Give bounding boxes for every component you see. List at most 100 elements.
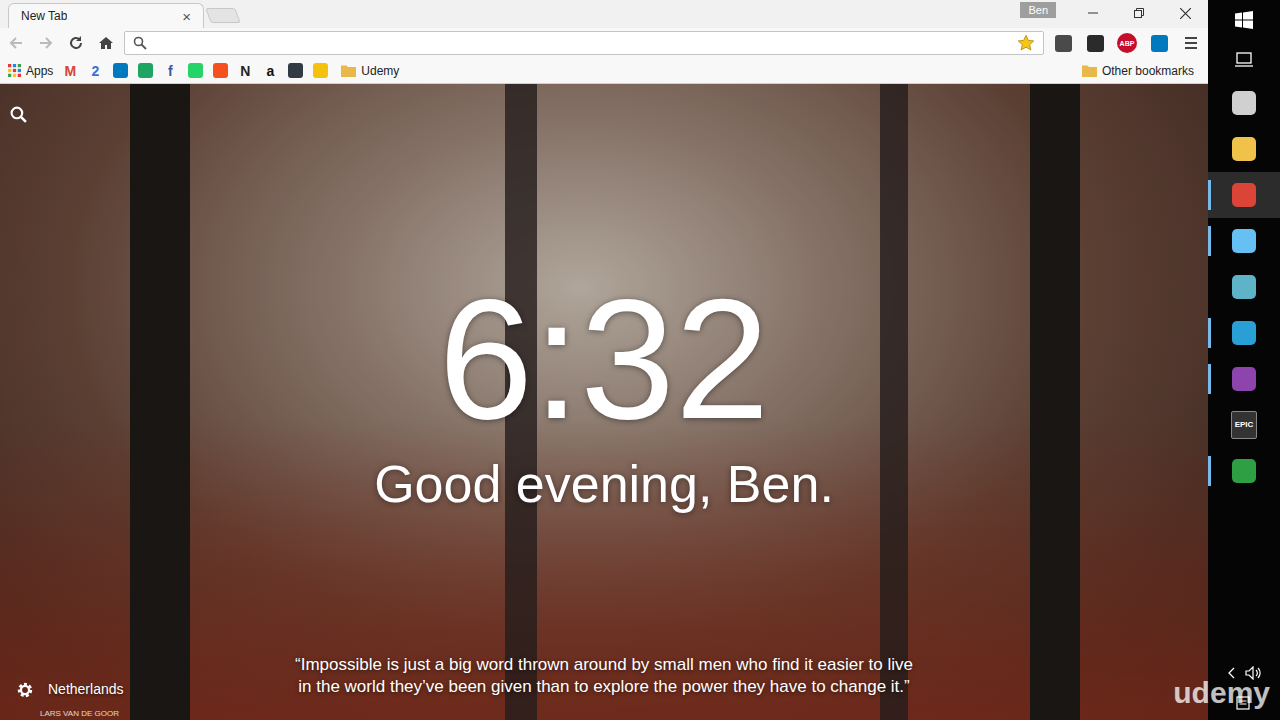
watermark-text: udemy: [1173, 676, 1270, 709]
extension-button[interactable]: ABP: [1114, 33, 1140, 53]
app-icon: [1232, 459, 1256, 483]
forward-icon[interactable]: [34, 34, 58, 52]
start-icon[interactable]: [1208, 0, 1280, 40]
bookmark-letter: M: [65, 64, 77, 78]
bookmark-folder[interactable]: Udemy: [341, 62, 399, 80]
location[interactable]: Netherlands: [48, 679, 124, 700]
restore-icon[interactable]: [1116, 0, 1162, 26]
menu-icon[interactable]: [1178, 35, 1204, 51]
bookmark[interactable]: [312, 63, 328, 79]
taskbar-app[interactable]: [1208, 80, 1280, 126]
other-bookmarks[interactable]: Other bookmarks: [1082, 62, 1200, 80]
omnibox[interactable]: [124, 31, 1044, 55]
taskbar-app[interactable]: [1208, 448, 1280, 494]
new-tab-page: 6:32Good evening, Ben.“Impossible is jus…: [0, 84, 1208, 720]
bookmark-favicon-icon: [188, 63, 203, 78]
app-icon: [1232, 321, 1256, 345]
tab-close-button[interactable]: ×: [182, 9, 191, 24]
bookmark-favicon-icon: [113, 63, 128, 78]
taskbar-app[interactable]: [1208, 172, 1280, 218]
running-indicator: [1208, 456, 1211, 486]
address-input[interactable]: [155, 33, 1009, 53]
bookmark[interactable]: N: [237, 63, 253, 79]
bookmark-letter: f: [168, 64, 173, 78]
toolbar: ABP: [0, 28, 1208, 58]
gear-icon[interactable]: [16, 681, 34, 699]
close-icon[interactable]: [1162, 0, 1208, 26]
taskbar-app[interactable]: [1208, 126, 1280, 172]
clock: 6:32: [439, 274, 770, 444]
quote-area: “Impossible is just a big word thrown ar…: [0, 654, 1208, 698]
extension-button[interactable]: [1082, 35, 1108, 52]
home-icon[interactable]: [94, 34, 118, 52]
taskbar-app[interactable]: EPIC: [1208, 402, 1280, 448]
app-icon: [1232, 183, 1256, 207]
running-indicator: [1208, 88, 1211, 118]
app-icon: [1232, 137, 1256, 161]
extension-button[interactable]: [1146, 35, 1172, 52]
apps-shortcut[interactable]: Apps: [8, 62, 53, 80]
watermark: udemy: [1173, 678, 1270, 710]
app-icon: [1232, 229, 1256, 253]
running-indicator: [1208, 226, 1211, 256]
folder-icon: [1082, 64, 1097, 77]
title-bar: New Tab× Ben: [0, 0, 1208, 28]
running-indicator: [1208, 318, 1211, 348]
bookmark-letter: a: [266, 64, 274, 78]
bookmark-letter: N: [240, 64, 250, 78]
folder-label: Udemy: [361, 62, 399, 80]
quote: “Impossible is just a big word thrown ar…: [289, 654, 919, 698]
profile-button[interactable]: Ben: [1020, 2, 1056, 18]
browser-tab[interactable]: New Tab×: [8, 3, 204, 28]
extension-button[interactable]: [1050, 35, 1076, 52]
taskbar-app-body: [1232, 229, 1256, 253]
minimize-icon[interactable]: [1070, 0, 1116, 26]
back-icon[interactable]: [4, 34, 28, 52]
running-indicator: [1208, 364, 1211, 394]
bookmark-favicon-icon: [213, 63, 228, 78]
settings-area: Netherlands: [16, 679, 124, 700]
taskbar: EPIC: [1208, 0, 1280, 720]
bookmark-favicon-icon: [288, 63, 303, 78]
taskbar-app-body: [1232, 321, 1256, 345]
taskbar-app-body: [1232, 137, 1256, 161]
taskbar-app-body: [1232, 275, 1256, 299]
taskbar-app[interactable]: [1208, 218, 1280, 264]
bookmark[interactable]: f: [162, 63, 178, 79]
running-indicator: [1208, 410, 1211, 440]
apps-label: Apps: [26, 62, 53, 80]
browser-window: New Tab× Ben ABP Apps M2 f Na Udemy Other book…: [0, 0, 1208, 720]
app-icon: [1232, 367, 1256, 391]
taskbar-app[interactable]: [1208, 310, 1280, 356]
folder-label: Other bookmarks: [1102, 62, 1194, 80]
bookmark-star-icon[interactable]: [1017, 34, 1035, 52]
task-view-icon[interactable]: [1208, 40, 1280, 80]
taskbar-app[interactable]: [1208, 356, 1280, 402]
taskbar-app[interactable]: [1208, 264, 1280, 310]
bookmark[interactable]: M: [62, 63, 78, 79]
bookmark[interactable]: 2: [87, 63, 103, 79]
extension-label: ABP: [1120, 40, 1135, 47]
epic-icon: EPIC: [1231, 411, 1257, 439]
bookmark[interactable]: a: [262, 63, 278, 79]
extension-badge: ABP: [1117, 33, 1137, 53]
photo-credit[interactable]: LARS VAN DE GOOR: [40, 709, 119, 719]
taskbar-app-body: [1232, 459, 1256, 483]
bookmark[interactable]: [212, 63, 228, 79]
app-icon: [1232, 275, 1256, 299]
reload-icon[interactable]: [64, 34, 88, 52]
window-controls: Ben: [1020, 0, 1208, 28]
app-letter: EPIC: [1235, 421, 1254, 429]
bookmark[interactable]: [187, 63, 203, 79]
new-tab-button[interactable]: [205, 8, 240, 23]
taskbar-app-body: [1232, 91, 1256, 115]
bookmark[interactable]: [112, 63, 128, 79]
bookmark[interactable]: [137, 63, 153, 79]
app-icon: [1232, 91, 1256, 115]
search-icon[interactable]: [10, 106, 27, 123]
taskbar-app-body: [1232, 367, 1256, 391]
bookmark[interactable]: [287, 63, 303, 79]
search-icon: [133, 36, 147, 50]
bookmarks-bar: Apps M2 f Na Udemy Other bookmarks: [0, 58, 1208, 84]
extension-icon: [1151, 35, 1168, 52]
